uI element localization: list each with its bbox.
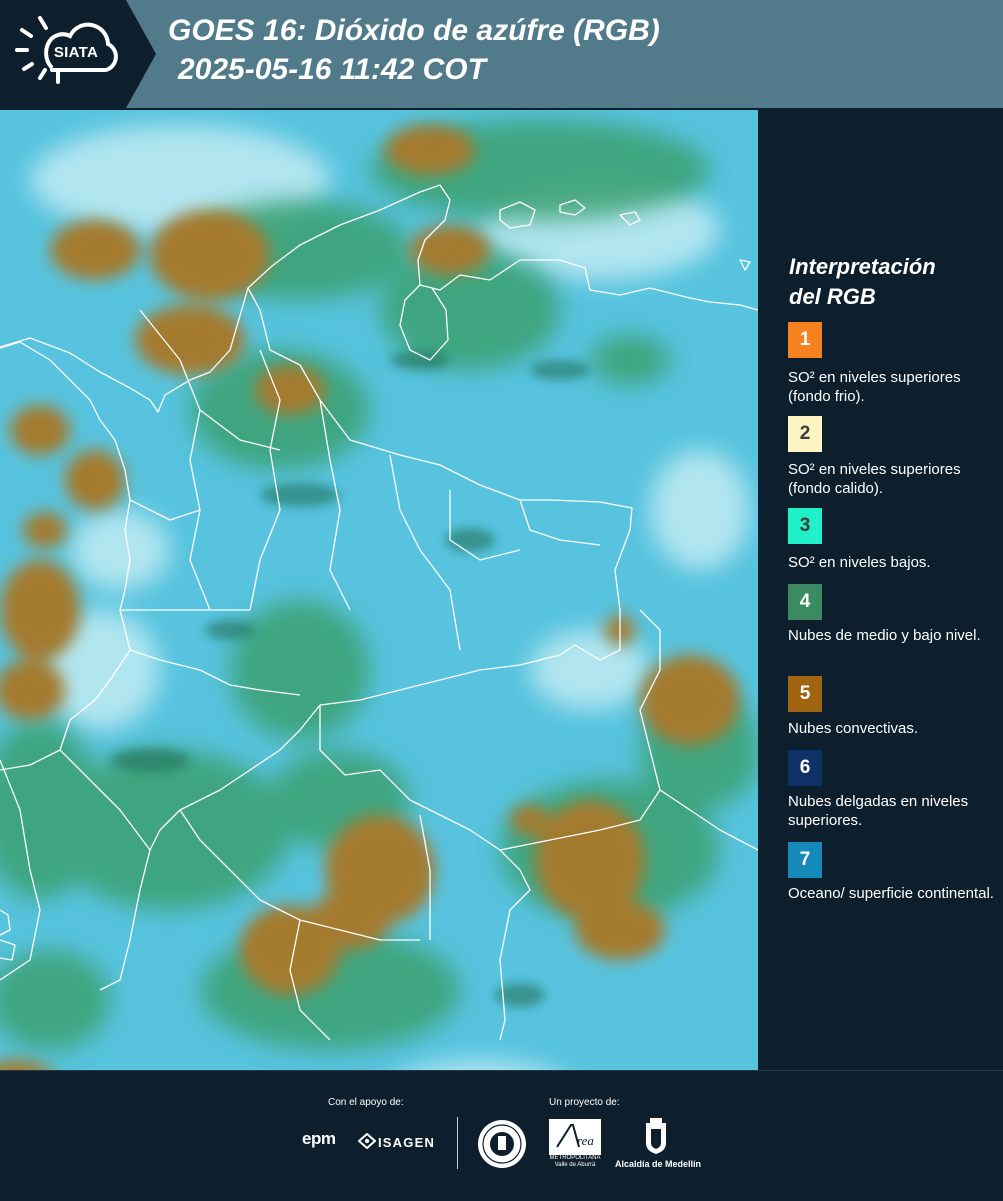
area-metropolitana-text: METROPOLITANA Valle de Aburrá bbox=[549, 1155, 601, 1168]
legend-swatch-5: 5 bbox=[788, 676, 822, 712]
footer-bar: Con el apoyo de: Un proyecto de: epm ISA… bbox=[0, 1070, 1003, 1201]
legend-swatch-7: 7 bbox=[788, 842, 822, 878]
legend-swatch-4: 4 bbox=[788, 584, 822, 620]
page-timestamp: 2025-05-16 11:42 COT bbox=[178, 53, 486, 86]
legend-desc-7: Oceano/ superficie continental. bbox=[788, 885, 994, 902]
alcaldia-text: Alcaldía de Medellín bbox=[614, 1159, 702, 1169]
legend-panel: Interpretación del RGB 1 SO² en niveles … bbox=[762, 110, 1003, 1070]
siata-logo: SIATA bbox=[0, 0, 156, 108]
legend-title: Interpretación del RGB bbox=[789, 254, 936, 309]
header-bar: SIATA GOES 16: Dióxido de azúfre (RGB) 2… bbox=[0, 0, 1003, 108]
isagen-logo: ISAGEN bbox=[378, 1135, 436, 1150]
epm-logo: epm bbox=[302, 1129, 336, 1148]
svg-text:rea: rea bbox=[577, 1133, 594, 1148]
legend-desc-1: SO² en niveles superiores (fondo frio). bbox=[788, 369, 961, 405]
alcaldia-shield-icon bbox=[646, 1118, 666, 1154]
area-metropolitana-logo-icon: rea bbox=[549, 1119, 601, 1155]
isagen-mark-icon bbox=[358, 1133, 376, 1149]
support-label: Con el apoyo de: bbox=[328, 1097, 404, 1108]
project-label: Un proyecto de: bbox=[549, 1097, 620, 1108]
university-seal-icon bbox=[478, 1120, 526, 1168]
satellite-image bbox=[0, 110, 758, 1070]
page-title: GOES 16: Dióxido de azúfre (RGB) bbox=[168, 14, 660, 47]
legend-swatch-2: 2 bbox=[788, 416, 822, 452]
legend-desc-6: Nubes delgadas en niveles superiores. bbox=[788, 793, 969, 829]
legend-swatch-3: 3 bbox=[788, 508, 822, 544]
legend-swatch-6: 6 bbox=[788, 750, 822, 786]
legend-desc-5: Nubes convectivas. bbox=[788, 720, 919, 737]
legend-swatch-1: 1 bbox=[788, 322, 822, 358]
legend-desc-3: SO² en niveles bajos. bbox=[788, 554, 931, 571]
siata-logo-text: SIATA bbox=[53, 44, 99, 61]
satellite-map bbox=[0, 110, 758, 1070]
legend-desc-2: SO² en niveles superiores (fondo calido)… bbox=[788, 461, 961, 497]
legend-desc-4: Nubes de medio y bajo nivel. bbox=[788, 627, 981, 644]
footer-divider bbox=[457, 1117, 458, 1169]
